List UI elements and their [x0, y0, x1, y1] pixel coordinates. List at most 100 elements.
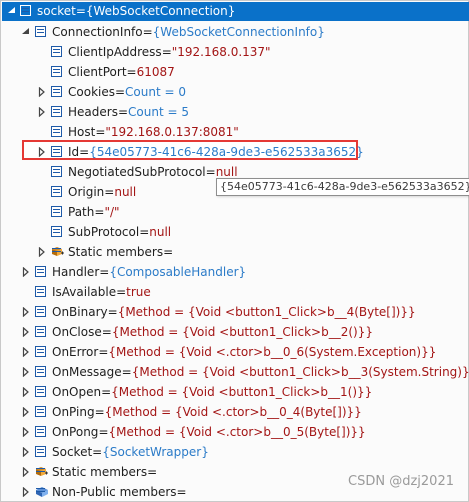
property-name: SubProtocol	[68, 225, 140, 239]
expand-arrow-icon[interactable]	[21, 347, 31, 357]
expand-arrow-icon[interactable]	[21, 307, 31, 317]
watch-row-label: OnPing={Method = {Void <.ctor>b__0_4(Byt…	[52, 405, 362, 419]
property-icon	[35, 346, 46, 357]
property-icon	[51, 86, 62, 97]
watch-row-onerror[interactable]: OnError={Method = {Void <.ctor>b__0_6(Sy…	[1, 342, 468, 362]
property-name: OnClose	[52, 325, 102, 339]
non-public-members-icon	[35, 486, 48, 497]
property-icon	[35, 306, 46, 317]
property-name: NegotiatedSubProtocol	[68, 165, 206, 179]
property-icon	[35, 26, 46, 37]
watch-row-label: Static members=	[68, 245, 174, 259]
property-name: ClientPort	[68, 65, 127, 79]
watch-row-onpong[interactable]: OnPong={Method = {Void <.ctor>b__0_5(Byt…	[1, 422, 468, 442]
expand-arrow-icon[interactable]	[37, 147, 47, 157]
watch-row-clientipaddress[interactable]: ClientIpAddress="192.168.0.137"	[1, 42, 468, 62]
watch-row-clientport[interactable]: ClientPort=61087	[1, 62, 468, 82]
expand-arrow-icon[interactable]	[21, 327, 31, 337]
watch-row-id[interactable]: Id={54e05773-41c6-428a-9de3-e562533a3652…	[1, 142, 468, 162]
expand-arrow-icon[interactable]	[37, 107, 47, 117]
watch-row-onping[interactable]: OnPing={Method = {Void <.ctor>b__0_4(Byt…	[1, 402, 468, 422]
property-icon	[35, 386, 46, 397]
property-name: OnBinary	[52, 305, 108, 319]
watch-row-socket[interactable]: Socket={SocketWrapper}	[1, 442, 468, 462]
expand-arrow-icon[interactable]	[21, 427, 31, 437]
expand-arrow-icon[interactable]	[21, 467, 31, 477]
object-icon	[20, 5, 31, 16]
watch-row-label: NegotiatedSubProtocol=null	[68, 165, 238, 179]
watch-row-subprotocol[interactable]: SubProtocol=null	[1, 222, 468, 242]
watch-row-label: Handler={ComposableHandler}	[52, 265, 247, 279]
watch-row-cookies[interactable]: Cookies=Count = 0	[1, 82, 468, 102]
property-name: OnMessage	[52, 365, 122, 379]
property-name: Id	[68, 145, 80, 159]
property-name: Origin	[68, 185, 105, 199]
root-label: socket={WebSocketConnection}	[37, 4, 236, 18]
watch-row-onmessage[interactable]: OnMessage={Method = {Void <button1_Click…	[1, 362, 469, 382]
watch-row-label: ClientPort=61087	[68, 65, 175, 79]
expand-arrow-icon[interactable]	[21, 487, 31, 497]
property-value: {Method = {Void <.ctor>b__0_6(System.Exc…	[108, 345, 437, 359]
property-value: {Method = {Void <.ctor>b__0_4(Byte[])}}	[104, 405, 362, 419]
property-value: {Method = {Void <button1_Click>b__2()}}	[111, 325, 373, 339]
expand-arrow-icon[interactable]	[21, 447, 31, 457]
property-icon	[51, 106, 62, 117]
property-icon	[51, 206, 62, 217]
expand-arrow-icon[interactable]	[37, 87, 47, 97]
property-icon	[35, 406, 46, 417]
watch-row-label: ClientIpAddress="192.168.0.137"	[68, 45, 271, 59]
watch-row-label: OnOpen={Method = {Void <button1_Click>b_…	[52, 385, 373, 399]
static-members-icon	[51, 246, 64, 257]
watch-row-isavailable[interactable]: IsAvailable=true	[1, 282, 468, 302]
property-name: OnOpen	[52, 385, 102, 399]
watch-row-label: Non-Public members=	[52, 485, 187, 499]
watch-window: socket={WebSocketConnection} ConnectionI…	[0, 0, 469, 502]
watch-row-label: IsAvailable=true	[52, 285, 151, 299]
expand-arrow-icon[interactable]	[37, 247, 47, 257]
watch-row-headers[interactable]: Headers=Count = 5	[1, 102, 468, 122]
collapse-arrow-icon[interactable]	[21, 27, 31, 37]
property-icon	[51, 46, 62, 57]
watch-row-onopen[interactable]: OnOpen={Method = {Void <button1_Click>b_…	[1, 382, 468, 402]
expand-arrow-icon[interactable]	[21, 387, 31, 397]
watch-row-label: Origin=null	[68, 185, 137, 199]
property-value: null	[114, 185, 137, 199]
watch-row-onbinary[interactable]: OnBinary={Method = {Void <button1_Click>…	[1, 302, 468, 322]
property-icon	[51, 226, 62, 237]
watch-row-label: OnClose={Method = {Void <button1_Click>b…	[52, 325, 373, 339]
property-icon	[51, 66, 62, 77]
watch-row-host[interactable]: Host="192.168.0.137:8081"	[1, 122, 468, 142]
property-name: ConnectionInfo	[52, 25, 143, 39]
property-icon	[35, 426, 46, 437]
property-name: IsAvailable	[52, 285, 117, 299]
expand-arrow-icon[interactable]	[21, 407, 31, 417]
property-name: OnPong	[52, 425, 99, 439]
watch-row-label: OnPong={Method = {Void <.ctor>b__0_5(Byt…	[52, 425, 366, 439]
property-value: {54e05773-41c6-428a-9de3-e562533a3652}	[89, 145, 364, 159]
property-icon	[35, 266, 46, 277]
watch-row-handler[interactable]: Handler={ComposableHandler}	[1, 262, 468, 282]
expand-arrow-icon[interactable]	[21, 267, 31, 277]
watch-row-static-members[interactable]: Static members=	[1, 242, 468, 262]
expand-arrow-icon[interactable]	[21, 367, 31, 377]
watch-row-path[interactable]: Path="/"	[1, 202, 468, 222]
property-name: Non-Public members	[52, 485, 177, 499]
value-tooltip: {54e05773-41c6-428a-9de3-e562533a3652}	[216, 178, 469, 196]
watch-row-label: Path="/"	[68, 205, 120, 219]
property-icon	[51, 146, 62, 157]
watch-row-onclose[interactable]: OnClose={Method = {Void <button1_Click>b…	[1, 322, 468, 342]
watch-row-label: OnMessage={Method = {Void <button1_Click…	[52, 365, 469, 379]
property-icon	[35, 286, 46, 297]
property-value: 61087	[136, 65, 175, 79]
watch-row-label: Host="192.168.0.137:8081"	[68, 125, 239, 139]
watch-root-row[interactable]: socket={WebSocketConnection}	[2, 2, 469, 21]
property-value: "192.168.0.137:8081"	[105, 125, 239, 139]
property-value: {SocketWrapper}	[102, 445, 209, 459]
property-name: Handler	[52, 265, 100, 279]
collapse-arrow-icon[interactable]	[7, 6, 17, 16]
property-name: Cookies	[68, 85, 115, 99]
watermark: CSDN @dzj2021	[348, 474, 454, 489]
watch-row-connectioninfo[interactable]: ConnectionInfo={WebSocketConnectionInfo}	[1, 22, 468, 42]
property-value: {Method = {Void <button1_Click>b__4(Byte…	[117, 305, 416, 319]
property-name: Headers	[68, 105, 118, 119]
